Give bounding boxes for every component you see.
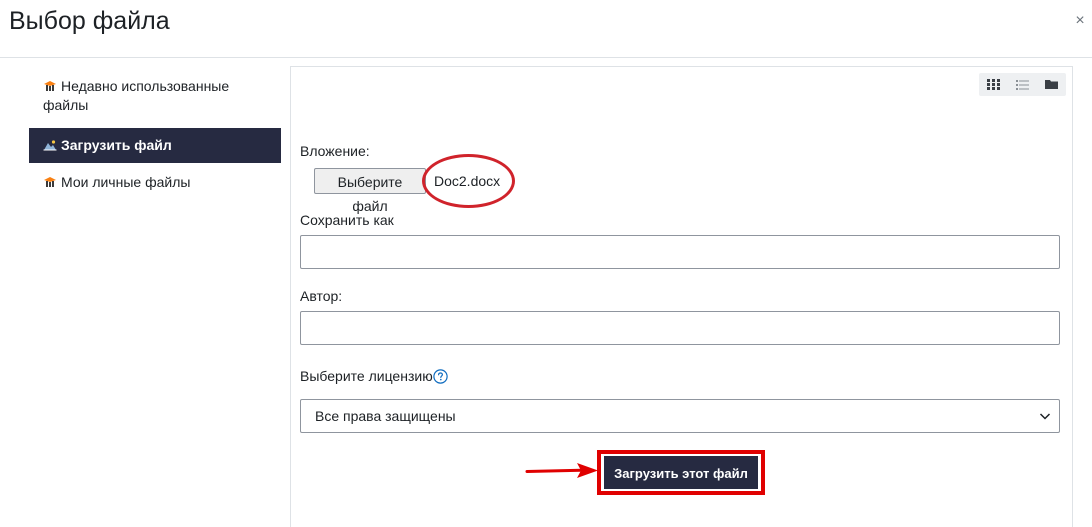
license-selected-value: Все права защищены <box>315 408 456 424</box>
license-select[interactable]: Все права защищены <box>300 399 1060 433</box>
sidebar-item-private-files[interactable]: Мои личные файлы <box>29 166 281 199</box>
view-toggle <box>979 73 1066 96</box>
grid-view-icon <box>987 79 1000 90</box>
save-as-input[interactable] <box>300 235 1060 269</box>
attachment-label: Вложение: <box>300 143 370 159</box>
file-picker-sidebar: Недавно использованные файлы Загрузить ф… <box>29 66 281 199</box>
sidebar-item-upload-file[interactable]: Загрузить файл <box>29 128 281 163</box>
save-as-label: Сохранить как <box>300 212 394 228</box>
author-input[interactable] <box>300 311 1060 345</box>
moodle-hat-icon <box>44 177 56 187</box>
license-label: Выберите лицензию <box>300 368 433 384</box>
grid-view-button[interactable] <box>979 73 1008 96</box>
sidebar-item-label: Мои личные файлы <box>61 174 191 190</box>
list-view-button[interactable] <box>1008 73 1037 96</box>
header-divider <box>0 57 1092 58</box>
sidebar-item-recent-files[interactable]: Недавно использованные файлы <box>29 66 281 122</box>
list-view-icon <box>1016 80 1029 90</box>
close-icon[interactable]: × <box>1072 12 1088 30</box>
chevron-down-icon <box>1039 413 1051 420</box>
dialog-title: Выбор файла <box>9 7 170 35</box>
help-icon[interactable] <box>433 369 448 384</box>
upload-file-button[interactable]: Загрузить этот файл <box>604 456 758 489</box>
folder-view-icon <box>1045 80 1058 89</box>
choose-file-button[interactable]: Выберите файл <box>314 168 426 214</box>
moodle-hat-icon <box>44 81 56 91</box>
sidebar-item-label: Недавно использованные файлы <box>43 78 230 113</box>
upload-icon <box>43 140 57 151</box>
sidebar-item-label: Загрузить файл <box>61 137 172 153</box>
chosen-file-name: Doc2.docx <box>434 173 501 189</box>
author-label: Автор: <box>300 288 343 304</box>
folder-view-button[interactable] <box>1037 73 1066 96</box>
